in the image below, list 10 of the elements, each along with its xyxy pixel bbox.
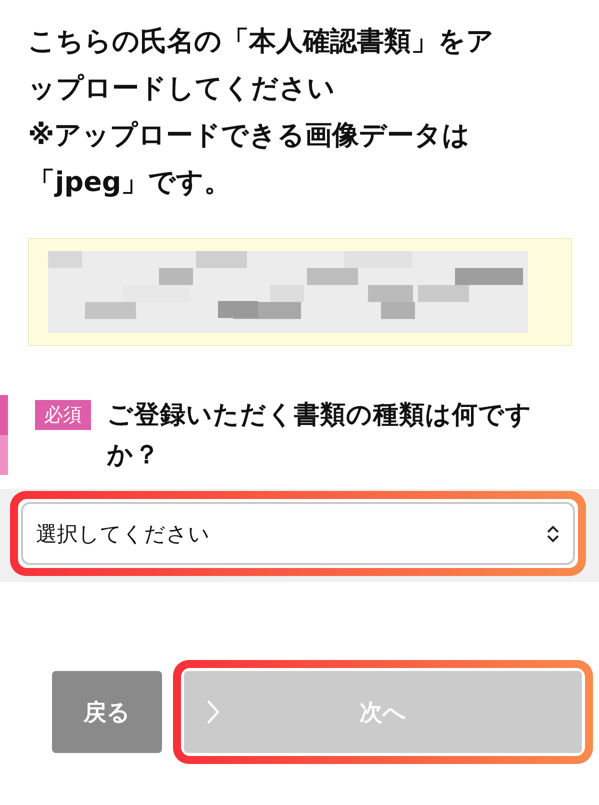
chevron-right-icon [206, 699, 220, 725]
updown-chevron-icon [547, 524, 559, 542]
required-badge: 必須 [35, 400, 91, 430]
instruction-line: ップロードしてください [28, 72, 336, 106]
instruction-line: ※アップロードできる画像データは [28, 119, 472, 153]
question-label: ご登録いただく書類の種類は何ですか？ [107, 399, 533, 472]
instruction-line: こちらの氏名の「本人確認書類」をア [28, 25, 495, 59]
instruction-line: 「jpeg」です。 [28, 166, 232, 200]
back-button[interactable]: 戻る [52, 671, 162, 753]
document-type-select[interactable]: 選択してください [21, 502, 575, 565]
